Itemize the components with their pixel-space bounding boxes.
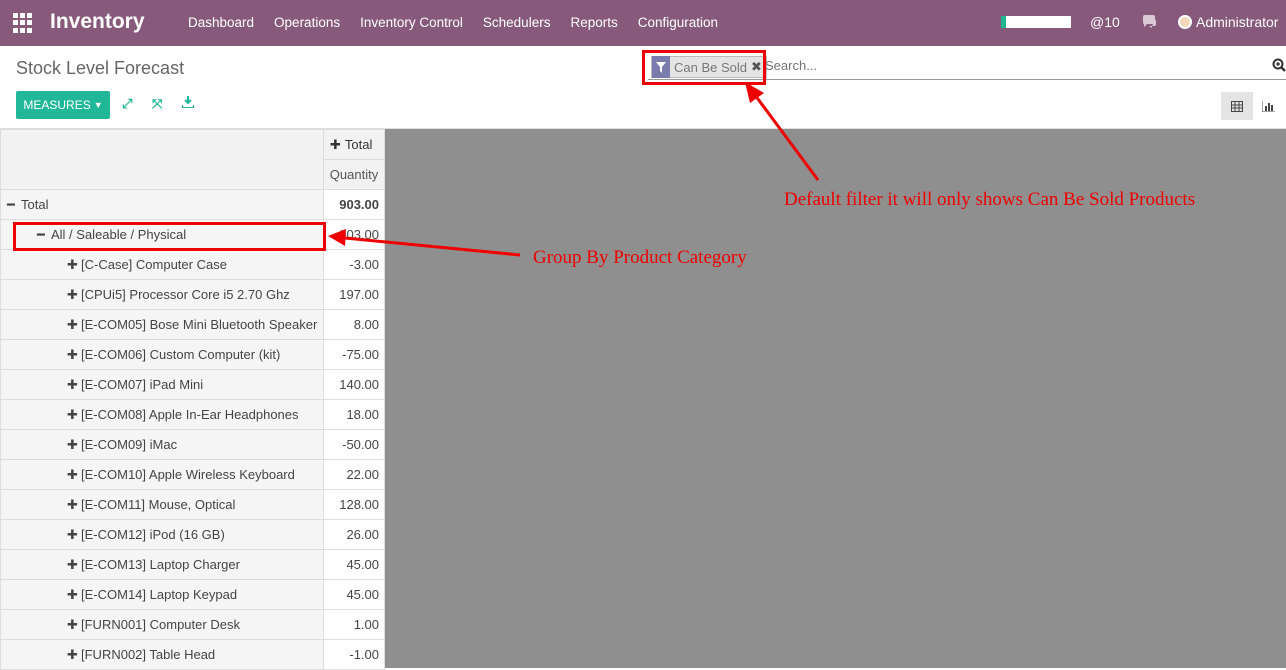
annotation-group-note: Group By Product Category: [533, 247, 747, 268]
annotation-filter-note: Default filter it will only shows Can Be…: [784, 189, 1196, 210]
annotation-arrows: [328, 82, 820, 257]
